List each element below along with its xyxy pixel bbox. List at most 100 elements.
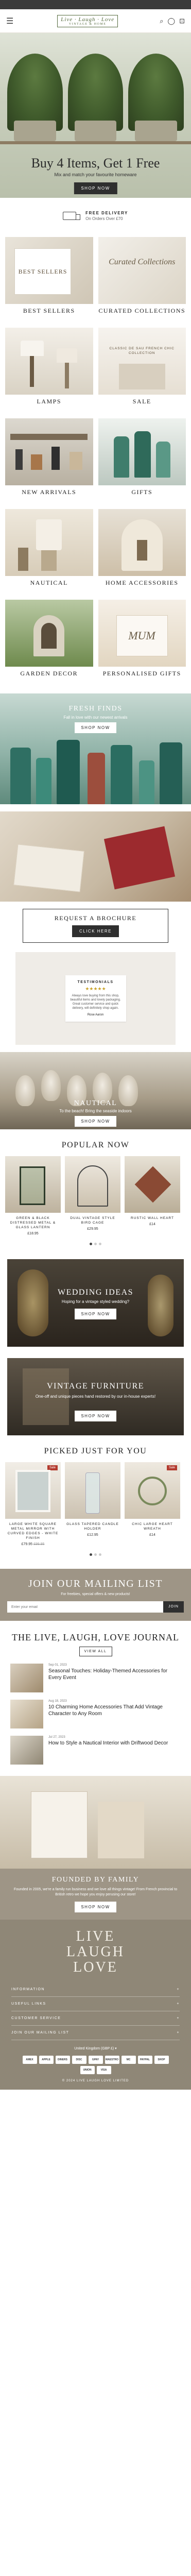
category-image: MUM	[98, 600, 186, 667]
footer-logo[interactable]: LIVE LAUGH LOVE	[0, 1929, 191, 1975]
hero-shop-now-button[interactable]: SHOP NOW	[74, 182, 117, 194]
testimonial-card: TESTIMONIALS ★★★★★ Always love buying fr…	[65, 975, 126, 1022]
nautical-shop-now-button[interactable]: SHOP NOW	[75, 1116, 116, 1127]
category-home-accessories[interactable]: HOME ACCESSORIES	[98, 509, 186, 596]
cart-icon[interactable]: ⊡	[179, 17, 185, 25]
hero-plant-image	[7, 54, 63, 141]
mastercard-icon: MC	[121, 2056, 136, 2064]
free-delivery-banner: FREE DELIVERY On Orders Over £70	[0, 198, 191, 234]
mailing-list-section: JOIN OUR MAILING LIST For freebies, spec…	[0, 1569, 191, 1621]
article-thumbnail	[10, 1736, 43, 1765]
plus-icon: +	[177, 1988, 180, 1991]
category-sale[interactable]: CLASSIC DE SAU FRENCH CHIC COLLECTION SA…	[98, 328, 186, 414]
footer-accordion-information[interactable]: INFORMATION +	[11, 1982, 180, 1997]
vintage-furniture-banner: VINTAGE FURNITURE One-off and unique pie…	[7, 1358, 184, 1435]
category-image: CLASSIC DE SAU FRENCH CHIC COLLECTION	[98, 328, 186, 395]
diners-club-icon: DINERS	[55, 2056, 70, 2064]
chevron-down-icon: ▾	[115, 2047, 117, 2050]
footer-accordion-mailing-list[interactable]: JOIN OUR MAILING LIST +	[11, 2026, 180, 2040]
product-card[interactable]: GLASS TAPERED CANDLE HOLDER £12.95	[65, 1462, 120, 1546]
category-image	[5, 418, 93, 485]
popular-products-carousel: GREEN & BLACK DISTRESSED METAL & GLASS L…	[0, 1150, 191, 1235]
paypal-icon: PAYPAL	[137, 2056, 152, 2064]
journal-article[interactable]: Jul 27, 2023 How to Style a Nautical Int…	[0, 1728, 191, 1765]
category-personalised-gifts[interactable]: MUM PERSONALISED GIFTS	[98, 600, 186, 686]
brochure-request-box: REQUEST A BROCHURE CLICK HERE	[23, 909, 168, 943]
category-grid: BEST SELLERS BEST SELLERS Curated Collec…	[0, 234, 191, 686]
search-icon[interactable]: ⌕	[160, 17, 163, 25]
hero-banner: Buy 4 Items, Get 1 Free Mix and match yo…	[0, 33, 191, 198]
site-footer: LIVE LAUGH LOVE INFORMATION + USEFUL LINK…	[0, 1920, 191, 2090]
wedding-ideas-banner: WEDDING IDEAS Hoping for a vintage style…	[7, 1259, 184, 1347]
discover-icon: DISC	[72, 2056, 86, 2064]
amex-icon: AMEX	[22, 2056, 37, 2064]
site-logo[interactable]: Live · Laugh · Love VINTAGE & HOME	[15, 14, 160, 27]
journal-title: THE LIVE, LAUGH, LOVE JOURNAL	[12, 1632, 179, 1642]
category-lamps[interactable]: LAMPS	[5, 328, 93, 414]
copyright-text: © 2024 LIVE LAUGH LOVE LIMITED	[62, 2079, 129, 2082]
category-nautical[interactable]: NAUTICAL	[5, 509, 93, 596]
currency-selector[interactable]: United Kingdom (GBP £) ▾	[0, 2046, 191, 2050]
category-image	[5, 509, 93, 576]
vintage-shop-now-button[interactable]: SHOP NOW	[75, 1411, 116, 1421]
product-image	[5, 1156, 61, 1213]
journal-article[interactable]: Sep 01, 2023 Seasonal Touches: Holiday-T…	[0, 1656, 191, 1692]
article-thumbnail	[10, 1664, 43, 1692]
plus-icon: +	[177, 2002, 180, 2006]
founded-by-family-section: FOUNDED BY FAMILY Founded in 2005, we're…	[0, 1869, 191, 1920]
shop-pay-icon: SHOP	[154, 2056, 169, 2064]
footer-accordions: INFORMATION + USEFUL LINKS + CUSTOMER SERV…	[11, 1982, 180, 2040]
product-image: Sale	[5, 1462, 61, 1519]
product-card[interactable]: Sale LARGE WHITE SQUARE METAL MIRROR WIT…	[5, 1462, 61, 1546]
maestro-icon: MAESTRO	[105, 2056, 119, 2064]
category-best-sellers[interactable]: BEST SELLERS BEST SELLERS	[5, 237, 93, 324]
category-image	[98, 418, 186, 485]
product-card[interactable]: RUSTIC WALL HEART £14	[125, 1156, 180, 1235]
product-card[interactable]: GREEN & BLACK DISTRESSED METAL & GLASS L…	[5, 1156, 61, 1235]
picked-products-carousel: Sale LARGE WHITE SQUARE METAL MIRROR WIT…	[0, 1456, 191, 1546]
product-image	[65, 1156, 120, 1213]
product-card[interactable]: Sale CHIC LARGE HEART WREATH £14	[125, 1462, 180, 1546]
sale-badge: Sale	[166, 1465, 177, 1470]
plus-icon: +	[177, 2016, 180, 2020]
footer-accordion-customer-service[interactable]: CUSTOMER SERVICE +	[11, 2011, 180, 2026]
category-gifts[interactable]: GIFTS	[98, 418, 186, 505]
footer-accordion-useful-links[interactable]: USEFUL LINKS +	[11, 1997, 180, 2011]
journal-article[interactable]: Aug 18, 2023 10 Charming Home Accessorie…	[0, 1692, 191, 1728]
product-image	[65, 1462, 120, 1519]
carousel-dots[interactable]	[0, 1550, 191, 1557]
article-thumbnail	[10, 1700, 43, 1728]
fresh-finds-shop-now-button[interactable]: SHOP NOW	[75, 722, 116, 733]
brochure-click-here-button[interactable]: CLICK HERE	[72, 925, 119, 937]
union-pay-icon: UNION	[80, 2066, 95, 2074]
journal-view-all-button[interactable]: VIEW ALL	[79, 1647, 112, 1656]
category-image: BEST SELLERS	[5, 237, 93, 304]
truck-icon	[63, 212, 81, 220]
carousel-dots[interactable]	[0, 1240, 191, 1247]
picked-for-you-title: PICKED JUST FOR YOU	[44, 1447, 147, 1455]
visa-icon: VISA	[96, 2066, 111, 2074]
fresh-finds-banner: FRESH FINDS Fall in love with our newest…	[0, 693, 191, 804]
apple-pay-icon: APPLE	[39, 2056, 54, 2064]
product-card[interactable]: DUAL VINTAGE STYLE BIRD CAGE £29.95	[65, 1156, 120, 1235]
account-icon[interactable]: ◯	[168, 17, 176, 25]
wedding-shop-now-button[interactable]: SHOP NOW	[75, 1309, 116, 1319]
testimonials-section: TESTIMONIALS ★★★★★ Always love buying fr…	[15, 952, 176, 1045]
brochure-image	[0, 811, 191, 902]
category-garden-decor[interactable]: GARDEN DECOR	[5, 600, 93, 686]
founded-image	[0, 1776, 191, 1869]
payment-icons: AMEX APPLE DINERS DISC GPAY MAESTRO MC P…	[21, 2056, 170, 2074]
founded-shop-now-button[interactable]: SHOP NOW	[75, 1902, 116, 1912]
hero-subtitle: Mix and match your favourite homeware	[54, 172, 137, 177]
newsletter-email-input[interactable]	[7, 1601, 164, 1613]
category-new-arrivals[interactable]: NEW ARRIVALS	[5, 418, 93, 505]
category-curated-collections[interactable]: Curated Collections CURATED COLLECTIONS	[98, 237, 186, 324]
menu-icon[interactable]: ☰	[6, 16, 15, 26]
star-rating-icon: ★★★★★	[85, 986, 106, 991]
category-image	[5, 328, 93, 395]
hero-plant-image	[128, 54, 184, 141]
category-image: Curated Collections	[98, 237, 186, 304]
hero-plant-image	[67, 54, 124, 141]
product-image	[125, 1156, 180, 1213]
newsletter-join-button[interactable]: JOIN	[163, 1601, 184, 1613]
